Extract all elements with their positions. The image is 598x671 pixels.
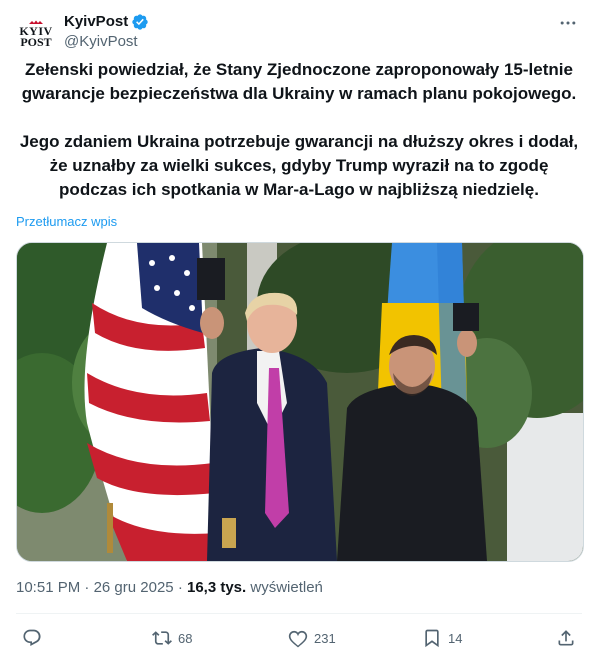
action-bar: 68 231 14 — [16, 624, 582, 652]
tweet-paragraph-1: Zełenski powiedział, że Stany Zjednoczon… — [21, 60, 577, 103]
like-icon — [288, 630, 308, 648]
like-button[interactable]: 231 — [288, 624, 336, 652]
tweet-paragraph-2: Jego zdaniem Ukraina potrzebuje gwarancj… — [19, 132, 579, 199]
bookmark-count: 14 — [448, 630, 463, 646]
tweet-header: KYIV POST KyivPost @KyivPost — [16, 12, 582, 56]
avatar[interactable]: KYIV POST — [16, 14, 56, 54]
reply-icon — [23, 629, 41, 647]
meta-separator: · — [84, 579, 90, 596]
share-button[interactable] — [556, 624, 576, 652]
divider — [16, 613, 582, 614]
display-name[interactable]: KyivPost — [64, 12, 128, 32]
share-icon — [558, 630, 574, 646]
handle[interactable]: @KyivPost — [64, 32, 149, 52]
more-button[interactable] — [554, 12, 582, 34]
bookmark-button[interactable]: 14 — [422, 624, 462, 652]
tweet-photo[interactable] — [16, 242, 584, 562]
reply-button[interactable] — [22, 624, 48, 652]
tweet-meta: 10:51 PM · 26 gru 2025 · 16,3 tys. wyświ… — [16, 578, 323, 598]
retweet-icon — [152, 631, 172, 645]
display-name-row[interactable]: KyivPost — [64, 12, 149, 32]
more-icon — [560, 21, 576, 25]
bookmark-icon — [425, 629, 439, 648]
views-label: wyświetleń — [250, 579, 323, 596]
logo-text-bottom: POST — [20, 35, 52, 49]
retweet-button[interactable]: 68 — [152, 624, 192, 652]
meta-separator: · — [177, 579, 183, 596]
account-names: KyivPost @KyivPost — [64, 12, 149, 52]
tweet-text: Zełenski powiedział, że Stany Zjednoczon… — [16, 58, 582, 202]
tweet-date[interactable]: 26 gru 2025 — [94, 579, 174, 596]
translate-link[interactable]: Przetłumacz wpis — [16, 214, 117, 229]
tweet-time[interactable]: 10:51 PM — [16, 579, 80, 596]
retweet-count: 68 — [178, 630, 193, 646]
verified-badge-icon — [132, 14, 148, 30]
photo-illustration — [17, 243, 583, 561]
like-count: 231 — [314, 630, 336, 646]
views-count: 16,3 tys. — [186, 579, 247, 596]
